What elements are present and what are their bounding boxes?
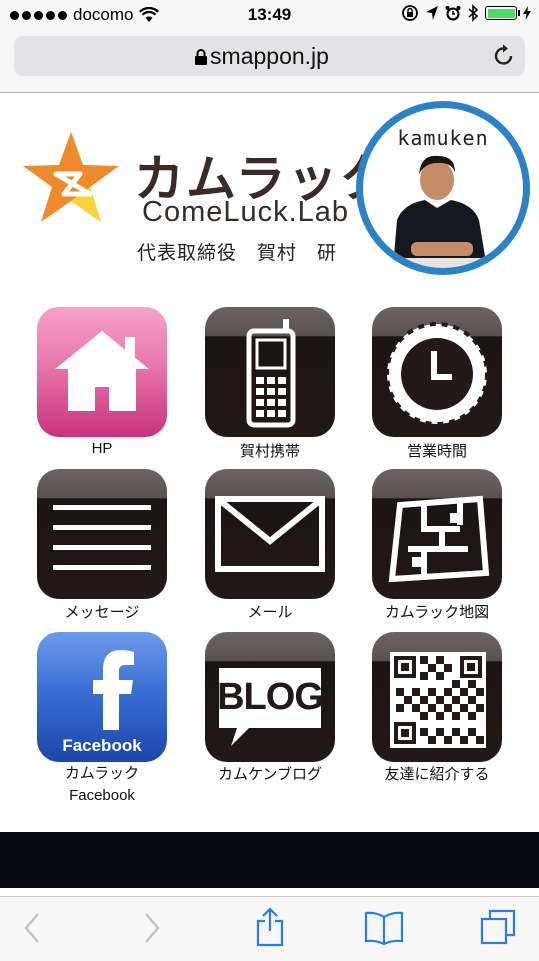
app-label-facebook-line2: Facebook — [69, 787, 135, 804]
charging-icon — [523, 6, 531, 20]
page-footer-band — [0, 832, 539, 888]
app-label-share: 友達に紹介する — [384, 766, 490, 783]
app-label-map: カムラック地図 — [384, 604, 490, 621]
mobile-phone-icon — [246, 319, 296, 428]
app-label-facebook: カムラック Facebook — [17, 763, 187, 807]
reload-icon[interactable] — [493, 44, 515, 68]
tabs-icon[interactable] — [480, 909, 516, 945]
map-icon — [388, 495, 490, 583]
hp-icon[interactable] — [37, 307, 167, 437]
app-label-hp: HP — [91, 440, 113, 457]
browser-toolbar — [0, 896, 539, 961]
bookmarks-icon[interactable] — [364, 911, 404, 945]
status-right — [401, 4, 531, 22]
facebook-icon-text: Facebook — [62, 736, 142, 755]
message-lines-icon — [53, 505, 151, 570]
forward-icon[interactable] — [142, 911, 162, 945]
hours-app-icon[interactable] — [372, 307, 502, 437]
person-title: 代表取締役 賀村 研 — [137, 243, 338, 264]
alarm-icon — [445, 6, 461, 21]
qr-code-icon — [390, 652, 486, 748]
bluetooth-icon — [468, 4, 479, 22]
message-app-icon[interactable] — [37, 469, 167, 599]
back-icon[interactable] — [22, 911, 42, 945]
battery-icon — [485, 6, 520, 20]
app-label-hours: 営業時間 — [406, 443, 467, 460]
rotation-lock-icon — [402, 5, 418, 21]
home-icon — [55, 331, 149, 411]
clock-icon — [385, 322, 489, 426]
blog-app-icon[interactable]: BLOG — [205, 632, 335, 762]
share-friend-app-icon[interactable] — [372, 632, 502, 762]
app-label-mail: メール — [247, 604, 293, 621]
location-icon — [426, 6, 438, 20]
phone-app-icon[interactable] — [205, 307, 335, 437]
address-bar[interactable]: smappon.jp — [14, 36, 525, 76]
avatar: kamuken — [356, 101, 530, 275]
share-icon[interactable] — [255, 907, 285, 947]
app-label-phone: 賀村携帯 — [239, 443, 300, 460]
status-bar: docomo 13:49 — [0, 0, 539, 30]
brand-subtitle: ComeLuck.Lab — [142, 196, 350, 228]
mail-app-icon[interactable] — [205, 469, 335, 599]
envelope-icon — [215, 496, 325, 572]
facebook-app-icon[interactable]: Facebook — [37, 632, 167, 762]
app-label-message: メッセージ — [64, 604, 140, 621]
blog-icon-text: BLOG — [217, 676, 324, 718]
app-label-blog: カムケンブログ — [217, 766, 323, 783]
star-logo-icon — [23, 132, 119, 222]
map-app-icon[interactable] — [372, 469, 502, 599]
url-text: smappon.jp — [210, 43, 329, 69]
app-label-facebook-line1: カムラック — [64, 765, 140, 782]
browser-address-area: smappon.jp — [0, 30, 539, 93]
person-photo-icon — [363, 155, 523, 268]
